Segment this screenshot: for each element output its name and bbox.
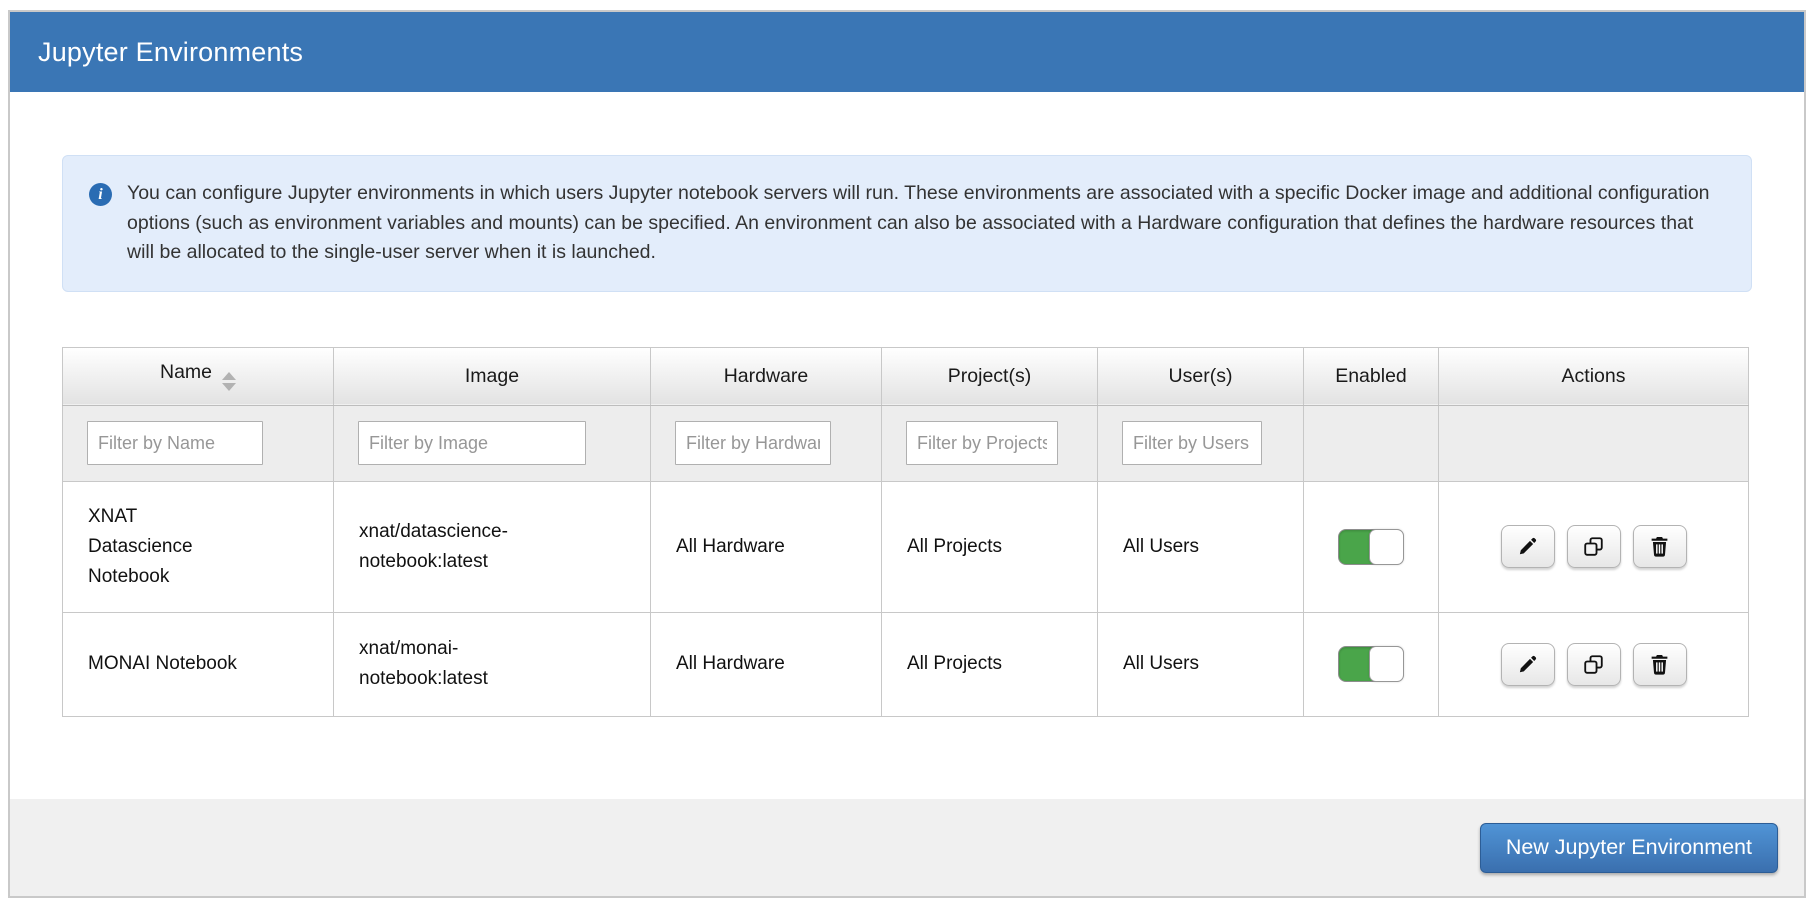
env-projects: All Projects [882,481,1098,612]
filter-hardware-input[interactable] [675,421,831,465]
panel-title: Jupyter Environments [10,12,1804,92]
filter-users-input[interactable] [1122,421,1262,465]
env-users: All Users [1098,612,1304,716]
sort-icon[interactable] [222,372,236,391]
env-hardware: All Hardware [651,612,882,716]
new-jupyter-environment-button[interactable]: New Jupyter Environment [1480,823,1778,873]
copy-button[interactable] [1567,525,1621,568]
info-icon: i [89,183,112,206]
table-header-row: Name Image Hardware Project(s) User(s) E… [63,347,1749,405]
delete-button[interactable] [1633,525,1687,568]
jupyter-environments-panel: Jupyter Environments i You can configure… [8,10,1806,898]
trash-icon [1649,654,1670,675]
filter-actions-empty-cell [1439,405,1749,481]
env-image: xnat/datascience-notebook:latest [359,517,564,577]
column-header-enabled: Enabled [1304,347,1439,405]
toggle-knob [1369,646,1404,682]
column-header-hardware: Hardware [651,347,882,405]
column-header-actions: Actions [1439,347,1749,405]
pencil-icon [1517,654,1538,675]
filter-projects-input[interactable] [906,421,1058,465]
info-alert-text: You can configure Jupyter environments i… [127,179,1725,268]
enabled-toggle[interactable] [1338,529,1404,565]
enabled-toggle[interactable] [1338,646,1404,682]
info-alert: i You can configure Jupyter environments… [62,155,1752,292]
panel-footer: New Jupyter Environment [10,799,1804,896]
column-header-users: User(s) [1098,347,1304,405]
env-projects: All Projects [882,612,1098,716]
environments-table: Name Image Hardware Project(s) User(s) E… [62,347,1749,717]
panel-body: i You can configure Jupyter environments… [10,92,1804,717]
copy-icon [1583,536,1604,557]
table-row: XNAT Datascience Notebook xnat/datascien… [63,481,1749,612]
toggle-knob [1369,529,1404,565]
filter-image-input[interactable] [358,421,586,465]
copy-button[interactable] [1567,643,1621,686]
delete-button[interactable] [1633,643,1687,686]
column-header-name[interactable]: Name [63,347,334,405]
filter-name-input[interactable] [87,421,263,465]
env-hardware: All Hardware [651,481,882,612]
env-users: All Users [1098,481,1304,612]
copy-icon [1583,654,1604,675]
table-row: MONAI Notebook xnat/monai-notebook:lates… [63,612,1749,716]
env-name: MONAI Notebook [88,649,238,679]
filter-row [63,405,1749,481]
edit-button[interactable] [1501,643,1555,686]
column-header-projects: Project(s) [882,347,1098,405]
column-header-image: Image [334,347,651,405]
env-name: XNAT Datascience Notebook [88,502,238,592]
filter-enabled-empty-cell [1304,405,1439,481]
trash-icon [1649,536,1670,557]
pencil-icon [1517,536,1538,557]
env-image: xnat/monai-notebook:latest [359,634,564,694]
edit-button[interactable] [1501,525,1555,568]
